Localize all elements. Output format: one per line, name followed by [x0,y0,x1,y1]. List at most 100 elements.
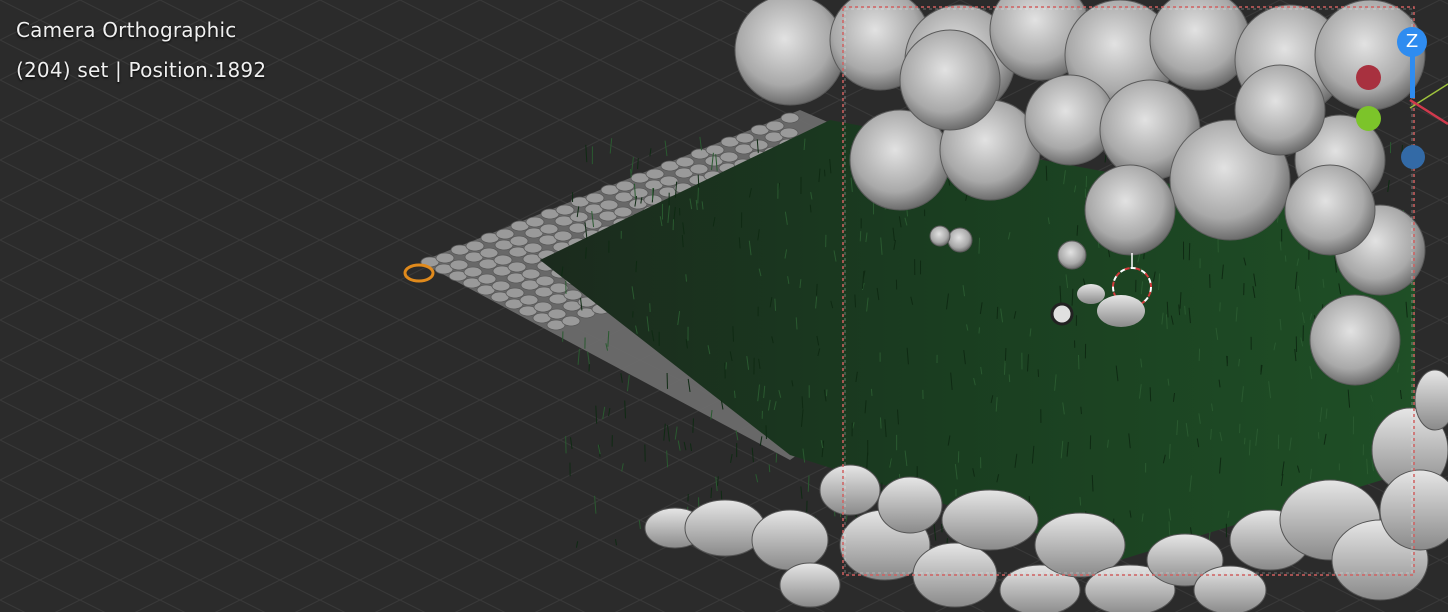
grass-blade [697,174,700,188]
grass-blade [1149,387,1152,402]
hex-tile [563,289,583,301]
small-rock [1097,295,1145,327]
hex-tile [719,151,739,163]
grass-blade [870,388,873,396]
negative-z-axis-button[interactable] [1401,145,1425,169]
grass-blade [685,274,687,282]
hex-tile [521,268,541,280]
grass-blade [823,169,826,177]
hex-tile [525,216,545,228]
hex-tile [585,192,605,204]
grass-blade [816,283,818,296]
hex-tile [645,168,665,180]
hex-tile [533,301,553,313]
hex-tile [615,180,635,192]
hex-tile [523,242,543,254]
grass-blade [585,247,587,259]
grass-blade [635,260,638,273]
tree [1234,64,1326,156]
x-axis-button[interactable] [1356,65,1381,90]
z-axis-line [1410,56,1415,98]
tree [1309,294,1401,386]
view-mode-label: Camera Orthographic [16,18,237,42]
grass-blade [825,389,828,397]
hex-tile [569,211,589,223]
character-head [1050,302,1074,326]
grass-blade [859,231,862,242]
tree [1057,240,1087,270]
scene-canvas [0,0,1448,612]
tree [1084,164,1176,256]
tree [929,225,951,247]
hex-tile [465,240,485,252]
hex-tile [549,282,569,294]
grass-blade [1184,305,1186,315]
small-rock [1077,284,1105,304]
rock [779,562,841,608]
grass-blade [768,464,771,473]
y-axis-button[interactable] [1356,106,1381,131]
grass-blade [978,237,981,254]
grass-blade [1045,165,1048,181]
grass-blade [1284,255,1287,262]
hex-tile [491,280,511,292]
grass-blade [1188,243,1191,261]
hex-tile [477,273,497,285]
hex-tile [505,287,525,299]
hex-tile [705,144,725,156]
grass-blade [801,396,804,409]
active-object-label: (204) set | Position.1892 [16,58,267,82]
grass-blade [1004,360,1006,375]
hex-tile [765,120,785,132]
navigation-gizmo[interactable]: Z [1340,20,1448,180]
hex-tile [749,139,769,151]
hex-tile [493,254,513,266]
hex-tile [479,247,499,259]
hex-tile [659,175,679,187]
grass-blade [692,418,694,433]
rock [819,464,881,516]
grass-blade [1168,521,1171,535]
grass-blade [1243,437,1246,445]
rock [877,476,943,534]
grass-blade [1076,225,1079,236]
rock [751,509,829,571]
hex-tile [779,127,799,139]
hex-tile [613,206,633,218]
grass-blade [725,362,727,370]
hex-tile [561,315,581,327]
hex-tile [780,112,800,124]
hex-tile [509,235,529,247]
hex-tile [547,308,567,320]
grass-blade [854,294,857,308]
hex-tile [535,275,555,287]
hex-tile [675,156,695,168]
grass-blade [1079,496,1082,506]
hex-tile [449,259,469,271]
z-axis-button[interactable]: Z [1397,27,1427,57]
grass-blade [879,417,882,429]
hex-tile [599,199,619,211]
hex-tile [629,187,649,199]
rock [941,489,1039,551]
grass-blade [1080,406,1082,415]
grass-blade [710,487,713,499]
tree [734,0,846,106]
grass-blade [732,326,734,342]
3d-viewport[interactable]: Camera Orthographic (204) set | Position… [0,0,1448,612]
tree [899,29,1001,131]
hex-tile [463,266,483,278]
hex-tile [519,294,539,306]
hex-tile [735,132,755,144]
hex-tile [539,223,559,235]
hex-tile [507,261,527,273]
hex-tile [553,230,573,242]
hex-tile [689,163,709,175]
grass-blade [697,187,699,204]
hex-tile [555,204,575,216]
grass-blade [774,298,777,311]
hex-tile [435,252,455,264]
grass-blade [1317,432,1320,439]
grass-blade [996,306,999,319]
tree [947,227,973,253]
